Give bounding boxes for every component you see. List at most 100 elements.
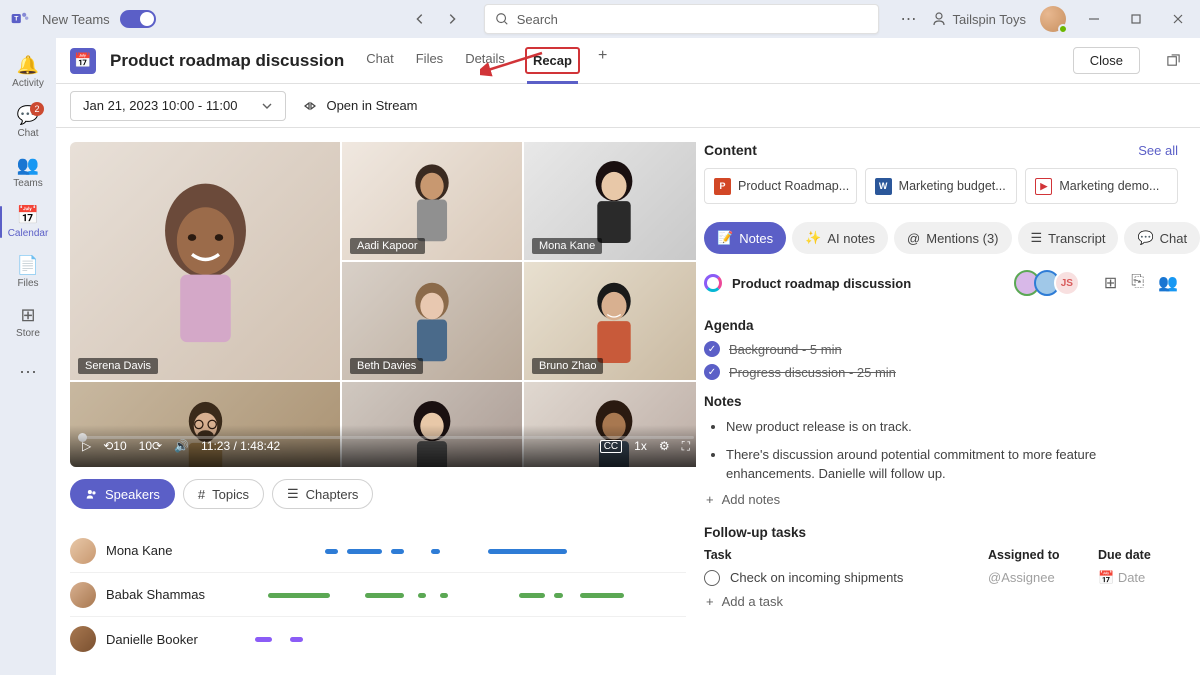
video-tile[interactable]: Bruno Zhao <box>524 262 696 380</box>
new-teams-label: New Teams <box>42 12 110 27</box>
volume-icon[interactable]: 🔊 <box>174 439 189 453</box>
plus-icon: + <box>706 594 714 609</box>
chat-icon: 💬 <box>1137 230 1153 246</box>
new-teams-toggle[interactable] <box>120 10 156 28</box>
hash-icon: # <box>198 487 205 502</box>
avatar <box>70 626 96 652</box>
file-card[interactable]: PProduct Roadmap... <box>704 168 857 204</box>
rpill-chat[interactable]: 💬Chat <box>1124 222 1200 254</box>
content-heading: Content <box>704 142 757 158</box>
followup-heading: Follow-up tasks <box>704 525 1178 540</box>
open-in-stream-link[interactable]: Open in Stream <box>302 98 417 114</box>
pill-speakers[interactable]: Speakers <box>70 479 175 509</box>
user-avatar[interactable] <box>1040 6 1066 32</box>
tab-chat[interactable]: Chat <box>364 47 395 74</box>
add-notes-button[interactable]: +Add notes <box>704 492 1178 507</box>
more-icon[interactable]: ⋯ <box>901 9 917 29</box>
agenda-item[interactable]: ✓Background - 5 min <box>704 341 1178 357</box>
components-icon[interactable]: ⊞ <box>1104 273 1117 293</box>
loop-icon <box>704 274 722 292</box>
rpill-mentions[interactable]: @Mentions (3) <box>894 222 1011 254</box>
copy-icon[interactable]: ⎘ <box>1131 273 1144 293</box>
play-icon[interactable]: ▷ <box>82 439 91 453</box>
tab-recap[interactable]: Recap <box>525 47 580 74</box>
view-pills: Speakers # Topics ☰ Chapters <box>70 479 686 509</box>
file-card[interactable]: ▶Marketing demo... <box>1025 168 1178 204</box>
date-picker[interactable]: Jan 21, 2023 10:00 - 11:00 <box>70 91 286 121</box>
video-time: 11:23 / 1:48:42 <box>201 439 280 453</box>
list-icon: ☰ <box>287 486 299 502</box>
avatar <box>70 582 96 608</box>
teams-icon: 👥 <box>17 155 39 176</box>
more-icon: ⋯ <box>19 362 37 383</box>
pill-topics[interactable]: # Topics <box>183 479 264 509</box>
rail-more[interactable]: ⋯ <box>0 348 56 396</box>
powerpoint-icon: P <box>714 178 731 195</box>
file-card[interactable]: WMarketing budget... <box>865 168 1018 204</box>
participant-name: Beth Davies <box>350 358 423 374</box>
skip-icon[interactable]: 10⟳ <box>139 439 162 453</box>
participant-name: Mona Kane <box>532 238 602 254</box>
video-tile[interactable]: Serena Davis <box>70 142 340 380</box>
maximize-button[interactable] <box>1122 5 1150 33</box>
video-icon: ▶ <box>1035 178 1052 195</box>
task-row[interactable]: Check on incoming shipments @Assignee 📅 … <box>704 570 1178 586</box>
rail-activity[interactable]: 🔔 Activity <box>0 48 56 96</box>
speaker-row[interactable]: Mona Kane <box>70 529 686 573</box>
sparkle-icon: ✨ <box>805 230 821 246</box>
rewind-icon[interactable]: ⟲10 <box>103 439 126 453</box>
close-button[interactable]: Close <box>1073 47 1140 74</box>
video-grid: Serena Davis Aadi Kapoor Mona Kane Beth … <box>70 142 696 467</box>
minimize-button[interactable] <box>1080 5 1108 33</box>
rail-calendar[interactable]: 📅 Calendar <box>0 198 56 246</box>
speed-button[interactable]: 1x <box>634 439 647 453</box>
presence-icon <box>1058 24 1068 34</box>
tab-files[interactable]: Files <box>414 47 445 74</box>
people-icon <box>85 488 98 501</box>
rpill-notes[interactable]: 📝Notes <box>704 222 786 254</box>
speaker-row[interactable]: Danielle Booker <box>70 617 686 661</box>
rail-teams[interactable]: 👥 Teams <box>0 148 56 196</box>
video-tile[interactable]: Aadi Kapoor <box>342 142 522 260</box>
tenant-switcher[interactable]: Tailspin Toys <box>931 11 1026 27</box>
collaborators[interactable]: JS <box>1020 270 1080 296</box>
fullscreen-icon[interactable]: ⛶ <box>682 439 690 454</box>
cc-icon[interactable]: CC <box>600 440 622 453</box>
files-icon: 📄 <box>17 255 39 276</box>
task-checkbox[interactable] <box>704 570 720 586</box>
tab-details[interactable]: Details <box>463 47 507 74</box>
meeting-header: 📅 Product roadmap discussion Chat Files … <box>56 38 1200 84</box>
pill-chapters[interactable]: ☰ Chapters <box>272 479 373 509</box>
speaker-row[interactable]: Babak Shammas <box>70 573 686 617</box>
plus-icon: + <box>706 492 714 507</box>
video-tile[interactable]: Beth Davies <box>342 262 522 380</box>
rpill-transcript[interactable]: ☰Transcript <box>1018 222 1119 254</box>
video-controls: ▷ ⟲10 10⟳ 🔊 11:23 / 1:48:42 CC 1x ⚙ ⛶ <box>70 425 696 467</box>
calendar-square-icon: 📅 <box>70 48 96 74</box>
video-tile[interactable]: Mona Kane <box>524 142 696 260</box>
add-tab-button[interactable]: + <box>598 47 607 74</box>
search-input[interactable]: Search <box>484 4 879 34</box>
share-icon[interactable]: 👥 <box>1158 273 1178 293</box>
back-button[interactable] <box>406 5 434 33</box>
rpill-ai[interactable]: ✨AI notes <box>792 222 888 254</box>
main-content: 📅 Product roadmap discussion Chat Files … <box>56 38 1200 675</box>
note-item[interactable]: There's discussion around potential comm… <box>726 445 1178 484</box>
popout-icon[interactable] <box>1160 48 1186 74</box>
rail-files[interactable]: 📄 Files <box>0 248 56 296</box>
note-item[interactable]: New product release is on track. <box>726 417 1178 437</box>
stream-icon <box>302 98 318 114</box>
close-window-button[interactable] <box>1164 5 1192 33</box>
forward-button[interactable] <box>438 5 466 33</box>
see-all-link[interactable]: See all <box>1138 143 1178 158</box>
agenda-heading: Agenda <box>704 318 1178 333</box>
at-icon: @ <box>907 231 920 246</box>
settings-icon[interactable]: ⚙ <box>659 439 670 453</box>
rail-store[interactable]: ⊞ Store <box>0 298 56 346</box>
search-icon <box>495 12 509 26</box>
add-task-button[interactable]: +Add a task <box>704 594 1178 609</box>
agenda-item[interactable]: ✓Progress discussion - 25 min <box>704 364 1178 380</box>
chat-badge: 2 <box>30 102 44 116</box>
rail-chat[interactable]: 💬 Chat 2 <box>0 98 56 146</box>
bell-icon: 🔔 <box>17 55 39 76</box>
